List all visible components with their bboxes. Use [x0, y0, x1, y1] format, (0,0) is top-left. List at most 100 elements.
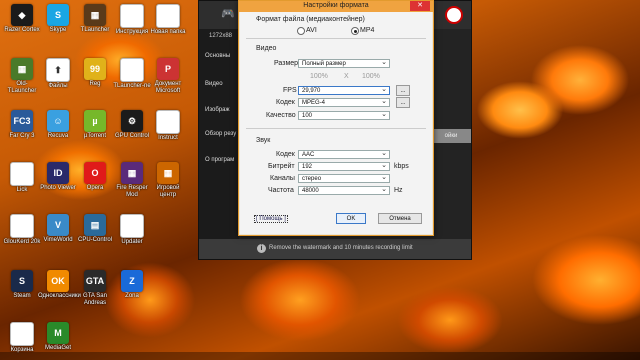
app-icon: ▤: [84, 214, 106, 236]
desktop-icon[interactable]: O Opera: [75, 162, 115, 192]
format-mp4-label: MP4: [360, 27, 375, 34]
sidebar-item-video[interactable]: Видео: [199, 81, 223, 87]
sidebar-item-image[interactable]: Изображ: [199, 107, 229, 113]
dialog-title: Настройки формата: [303, 2, 369, 9]
help-link[interactable]: [ Помощь ]: [254, 215, 288, 223]
app-icon: ⚙: [121, 110, 143, 132]
format-label: Формат файла (медиаконтейнер): [256, 16, 365, 23]
sidebar-item-main[interactable]: Основны: [199, 53, 230, 59]
desktop-icon-label: MediaGet: [44, 345, 71, 351]
desktop-icon[interactable]: ID Photo Viewer: [38, 162, 78, 192]
app-icon: ◆: [11, 4, 33, 26]
bitrate-select[interactable]: 192: [298, 161, 390, 171]
app-icon: GTA: [84, 270, 106, 292]
size-label: Размер: [274, 60, 299, 67]
desktop-icon[interactable]: V VimeWorld: [38, 214, 78, 244]
desktop-icon-label: Instruct: [158, 135, 178, 141]
codec-more-button[interactable]: ...: [396, 97, 410, 108]
app-icon: [120, 4, 144, 28]
app-icon: ▦: [157, 162, 179, 184]
desktop-icon[interactable]: M MediaGet: [38, 322, 78, 352]
desktop-icon[interactable]: ⬆ Файлы: [38, 58, 78, 90]
watermark-notice[interactable]: Remove the watermark and 10 minutes reco…: [269, 245, 413, 251]
desktop-icon-label: Fire Resper Mod: [116, 185, 148, 198]
codec-label: Кодек: [276, 99, 295, 106]
format-avi-label: AVI: [306, 27, 317, 34]
desktop-icon[interactable]: Корзина: [2, 322, 42, 354]
info-icon: i: [257, 244, 266, 253]
desktop-icon[interactable]: Updater: [112, 214, 152, 246]
desktop-icon[interactable]: ▦ TLauncher: [75, 4, 115, 34]
quality-select[interactable]: 100: [298, 110, 390, 120]
app-icon: V: [47, 214, 69, 236]
frequency-label: Частота: [268, 187, 294, 194]
filename-label: 1272x88: [209, 33, 233, 39]
record-button[interactable]: [445, 6, 463, 24]
desktop-icon[interactable]: GTA GTA San Andreas: [75, 270, 115, 307]
divider: [246, 128, 426, 129]
cancel-button[interactable]: Отмена: [378, 213, 422, 224]
desktop-icon-label: TLauncher: [80, 27, 110, 33]
format-avi-radio[interactable]: [297, 27, 305, 35]
gamepad-icon[interactable]: 🎮: [221, 7, 237, 20]
app-icon: P: [157, 58, 179, 80]
taskbar-edge: [0, 352, 640, 360]
desktop-icon[interactable]: ◆ Razer Cortex: [2, 4, 42, 34]
sidebar-item-about[interactable]: О програм: [199, 157, 234, 163]
channels-select[interactable]: стерео: [298, 173, 390, 183]
close-icon[interactable]: ✕: [410, 1, 430, 11]
desktop-icon-label: µTorrent: [83, 133, 107, 139]
desktop-icon[interactable]: ▦ Игровой центр: [148, 162, 188, 199]
app-footer: i Remove the watermark and 10 minutes re…: [199, 239, 471, 259]
app-icon: O: [84, 162, 106, 184]
desktop-icon[interactable]: ▤ CPU-Control: [75, 214, 115, 244]
desktop-icon-label: GPU Control: [114, 133, 149, 139]
sidebar-item-review[interactable]: Обзор резу: [199, 131, 236, 137]
desktop-icon[interactable]: Новая папка: [148, 4, 188, 36]
desktop-icon[interactable]: S Steam: [2, 270, 42, 300]
app-icon: [156, 4, 180, 28]
desktop-icon-label: Old-TLauncher: [7, 81, 37, 94]
desktop-icon[interactable]: TLauncher-ne: [112, 58, 152, 90]
desktop-icon[interactable]: Instruct: [148, 110, 188, 142]
audio-codec-label: Кодек: [276, 151, 295, 158]
size-height-percent: 100%: [362, 73, 380, 80]
app-icon: OK: [47, 270, 69, 292]
desktop-icon[interactable]: Инструкция: [112, 4, 152, 36]
desktop-icon[interactable]: P Документ Microsoft: [148, 58, 188, 95]
desktop-icon[interactable]: ☺ Recuva: [38, 110, 78, 140]
format-mp4-radio[interactable]: [351, 27, 359, 35]
app-icon: [10, 214, 34, 238]
frequency-select[interactable]: 48000: [298, 185, 390, 195]
fps-select[interactable]: 29,970: [298, 85, 390, 95]
desktop-icon[interactable]: FC3 Far Cry 3: [2, 110, 42, 140]
app-icon: S: [11, 270, 33, 292]
desktop-icon[interactable]: GlouKerd 20k: [2, 214, 42, 246]
codec-select[interactable]: MPEG-4: [298, 97, 390, 107]
fps-more-button[interactable]: ...: [396, 85, 410, 96]
desktop-icon-label: Файлы: [48, 83, 68, 89]
video-section-label: Видео: [256, 45, 277, 52]
dialog-titlebar[interactable]: Настройки формата ✕: [239, 1, 433, 12]
desktop-icon[interactable]: S Skype: [38, 4, 78, 34]
desktop-icon[interactable]: 99 Reg: [75, 58, 115, 88]
app-icon: FC3: [11, 110, 33, 132]
quality-label: Качество: [266, 112, 296, 119]
desktop-icon[interactable]: ⚙ GPU Control: [112, 110, 152, 140]
desktop-icon-label: Reg: [89, 81, 101, 87]
app-sidebar: Основны Видео Изображ Обзор резу О прогр…: [199, 29, 239, 239]
ok-button[interactable]: OK: [336, 213, 366, 224]
desktop-icon[interactable]: ▦ Old-TLauncher: [2, 58, 42, 95]
app-icon: [120, 58, 144, 82]
desktop-icon[interactable]: Z Zona: [112, 270, 152, 300]
desktop-icon[interactable]: OK Одноклассники: [38, 270, 81, 300]
app-icon: ▦: [84, 4, 106, 26]
settings-button[interactable]: ойки: [431, 129, 471, 143]
desktop-icon[interactable]: Lick: [2, 162, 42, 194]
size-select[interactable]: Полный размер: [298, 58, 390, 68]
audio-codec-select[interactable]: AAC: [298, 149, 390, 159]
desktop-icon[interactable]: µ µTorrent: [75, 110, 115, 140]
desktop-icon[interactable]: ▦ Fire Resper Mod: [112, 162, 152, 199]
app-icon: ID: [47, 162, 69, 184]
desktop-icon-label: Инструкция: [115, 29, 149, 35]
